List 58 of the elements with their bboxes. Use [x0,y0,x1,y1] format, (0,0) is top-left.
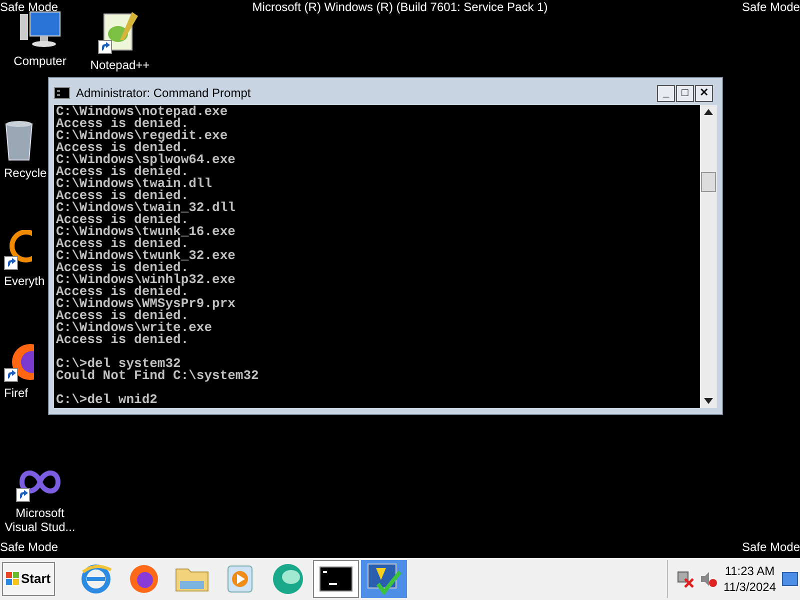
play-icon [224,563,255,595]
console-line: Access is denied. [56,214,189,226]
maximize-button[interactable]: □ [676,84,694,102]
desktop-icon-label[interactable]: Recycle [4,166,47,180]
console-line: C:\>del wnid2 [56,394,158,406]
taskbar-button[interactable] [312,560,359,598]
console-line: C:\Windows\twunk_16.exe [56,226,236,238]
desktop-icon-label[interactable]: Everyth [4,274,45,288]
desktop-icon-label[interactable]: Notepad++ [84,58,156,72]
console-line: Access is denied. [56,334,190,346]
firefox-icon [128,563,160,595]
console-line: C:\Windows\twain.dll [56,178,214,190]
console-line: C:\Windows\write.exe [56,322,214,334]
console-line: C:\Windows\notepad.exe [56,106,229,118]
globe-icon [270,562,305,596]
desktop-icon-label[interactable]: Microsoft Visual Stud... [2,506,78,534]
console-line: C:\Windows\twunk_32.exe [56,250,236,262]
console-line: Access is denied. [56,262,189,274]
os-build-label: Microsoft (R) Windows (R) (Build 7601: Service Pack 1) [252,0,548,14]
scroll-down-arrow-icon[interactable] [704,398,713,404]
console-line: Could Not Find C:\system32 [56,370,260,382]
vertical-scrollbar[interactable] [700,105,717,408]
ie-icon [78,562,113,596]
console-line: Access is denied. [56,190,189,202]
scroll-up-arrow-icon[interactable] [704,109,713,115]
console-line: C:\Windows\regedit.exe [56,130,229,142]
console-line: Access is denied. [56,238,189,250]
computer-icon [18,10,62,50]
console-line: C:\Windows\WMSysPr9.prx [56,298,236,310]
command-prompt-icon [318,566,353,592]
command-prompt-icon [54,87,70,99]
console-line: C:\Windows\winhlp32.exe [56,274,236,286]
minimize-button[interactable]: _ [657,84,675,102]
recycle-bin-icon [4,118,34,162]
safe-mode-label: Safe Mode [742,540,800,554]
console-line: C:\Windows\splwow64.exe [56,154,236,166]
console-line: C:\>del system32 [56,358,181,370]
console-line: Access is denied. [56,118,189,130]
safe-mode-label: Safe Mode [0,540,58,554]
console-line: Access is denied. [56,310,189,322]
scroll-thumb[interactable] [701,172,716,192]
console-line: Access is denied. [56,166,189,178]
network-error-icon[interactable] [676,570,694,588]
shield-check-icon [366,562,402,596]
speaker-muted-icon[interactable] [700,570,718,588]
close-button[interactable]: ✕ [695,84,713,102]
desktop-icon-label[interactable]: Firef [4,386,28,400]
windows-logo-icon [6,572,20,586]
clock-date[interactable]: 11/3/2024 [724,579,776,595]
safe-mode-label: Safe Mode [742,0,800,14]
safe-mode-label: Safe Mode [0,0,58,14]
clock-time[interactable]: 11:23 AM [724,563,775,579]
start-button[interactable]: Start [2,562,55,596]
window-title: Administrator: Command Prompt [76,85,252,102]
console-line: C:\Windows\twain_32.dll [56,202,236,214]
console-line: Access is denied. [56,286,189,298]
desktop-icon-label[interactable]: Computer [10,54,70,68]
console-line: Access is denied. [56,142,189,154]
